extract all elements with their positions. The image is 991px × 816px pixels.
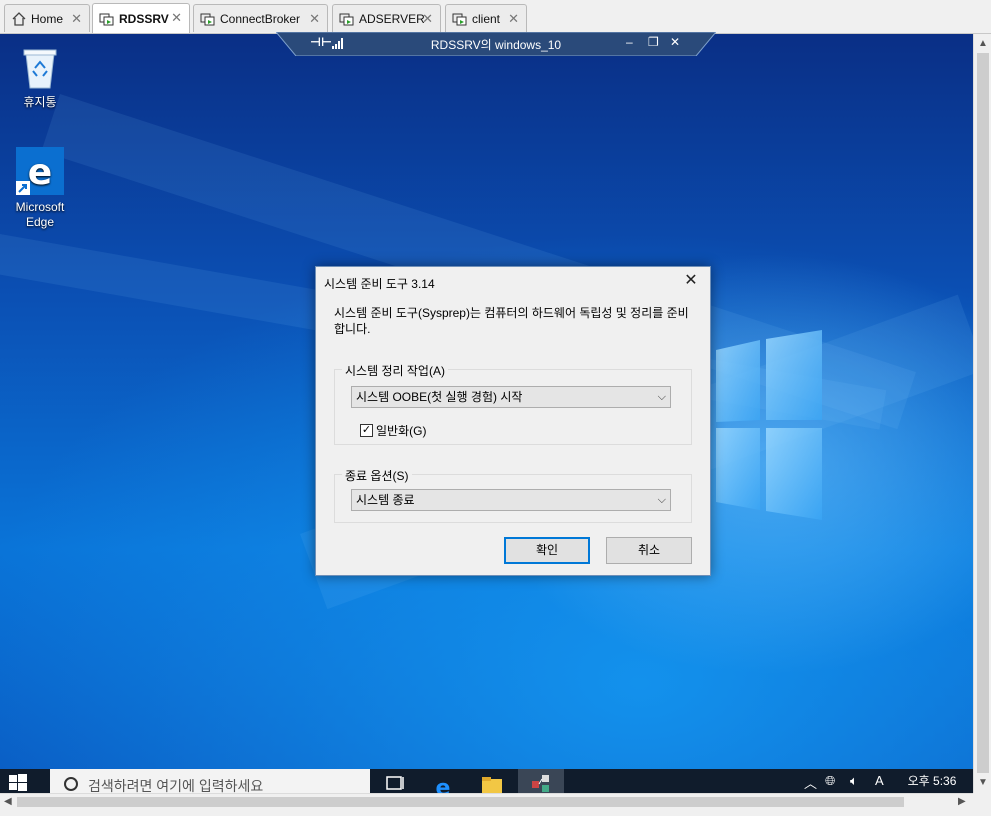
tab-label: ConnectBroker: [220, 11, 301, 26]
shutdown-options-group: 종료 옵션(S) 시스템 종료 ⌵: [334, 467, 692, 523]
tab-client[interactable]: client ✕: [445, 4, 527, 32]
shutdown-group-label: 종료 옵션(S): [342, 467, 412, 484]
tab-home[interactable]: Home ✕: [4, 4, 90, 32]
tab-rdssrv[interactable]: RDSSRV ✕: [92, 3, 190, 33]
cleanup-action-value: 시스템 OOBE(첫 실행 경험) 시작: [356, 390, 523, 404]
chevron-down-icon: ⌵: [657, 494, 666, 506]
search-placeholder: 검색하려면 여기에 입력하세요: [88, 778, 264, 793]
vm-icon: [99, 11, 115, 27]
dialog-description: 시스템 준비 도구(Sysprep)는 컴퓨터의 하드웨어 독립성 및 정리를 …: [334, 306, 689, 336]
scroll-left-arrow-icon[interactable]: ◀: [4, 796, 12, 807]
vertical-scrollbar[interactable]: ▲ ▼: [973, 34, 991, 793]
generalize-checkbox[interactable]: ✓ 일반화(G): [360, 422, 426, 439]
cancel-button[interactable]: 취소: [606, 537, 692, 564]
close-icon: ✕: [684, 272, 698, 289]
vm-icon: [339, 11, 355, 27]
taskbar-file-explorer-button[interactable]: [468, 769, 514, 793]
host-tab-bar: Home ✕ RDSSRV ✕ ConnectBroker ✕ ADSERVER…: [0, 0, 991, 34]
scrollbar-corner: [973, 793, 991, 816]
close-button[interactable]: ✕: [670, 35, 680, 49]
generalize-label: 일반화(G): [376, 424, 427, 438]
dialog-title: 시스템 준비 도구 3.14: [324, 277, 435, 291]
volume-muted-icon[interactable]: 🔈︎: [850, 773, 858, 789]
vm-icon: [200, 11, 216, 27]
sysprep-dialog: 시스템 준비 도구 3.14 ✕ 시스템 준비 도구(Sysprep)는 컴퓨터…: [315, 266, 711, 576]
tab-label: ADSERVER: [359, 11, 425, 26]
horizontal-scrollbar[interactable]: ◀ ▶: [0, 793, 973, 809]
chevron-down-icon: ⌵: [657, 391, 666, 403]
close-icon[interactable]: ✕: [309, 11, 320, 27]
close-icon[interactable]: ✕: [171, 10, 182, 26]
close-icon[interactable]: ✕: [422, 11, 433, 27]
desktop-icon-recycle-bin[interactable]: 휴지통: [5, 46, 75, 110]
tab-label: Home: [31, 11, 64, 26]
chevron-up-icon[interactable]: ︿: [804, 773, 817, 792]
cleanup-action-select[interactable]: 시스템 OOBE(첫 실행 경험) 시작 ⌵: [351, 386, 671, 408]
minimize-button[interactable]: –: [626, 35, 633, 49]
close-icon[interactable]: ✕: [71, 11, 82, 27]
ok-button[interactable]: 확인: [504, 537, 590, 564]
scroll-up-arrow-icon[interactable]: ▲: [978, 38, 988, 49]
sysprep-icon: [532, 775, 549, 792]
windows-start-icon[interactable]: [8, 773, 28, 793]
taskbar-sysprep-button[interactable]: [518, 769, 564, 793]
vertical-scroll-thumb[interactable]: [977, 53, 989, 773]
svg-text:e: e: [436, 776, 451, 793]
svg-text:e: e: [28, 152, 52, 193]
vm-icon: [452, 11, 468, 27]
restore-button[interactable]: ❐: [648, 35, 659, 49]
edge-icon: e: [16, 147, 64, 195]
remote-desktop[interactable]: 휴지통 e Microsoft Edge 시스템 준비 도구 3.14 ✕ 시스…: [0, 34, 973, 769]
search-icon: [64, 777, 78, 791]
dialog-close-button[interactable]: ✕: [680, 270, 702, 292]
scroll-right-arrow-icon[interactable]: ▶: [958, 796, 966, 807]
edge-icon: e: [436, 776, 451, 793]
tab-label: RDSSRV: [119, 11, 169, 26]
folder-icon: [482, 777, 502, 793]
desktop-icon-label: Microsoft Edge: [15, 200, 65, 229]
desktop-icon-edge[interactable]: e Microsoft Edge: [5, 147, 75, 230]
ime-indicator[interactable]: A: [875, 773, 884, 788]
home-icon: [11, 11, 27, 27]
bottom-strip: [0, 809, 973, 816]
windows-logo-wallpaper: [716, 330, 822, 520]
close-icon[interactable]: ✕: [508, 11, 519, 27]
tab-connectbroker[interactable]: ConnectBroker ✕: [193, 4, 328, 32]
taskbar: 검색하려면 여기에 입력하세요 e ︿ 🌐︎ 🔈︎ A 오후 5:36: [0, 769, 973, 793]
desktop-icon-label: 휴지통: [23, 95, 57, 109]
task-view-icon: [386, 776, 404, 790]
network-globe-icon[interactable]: 🌐︎: [825, 773, 835, 789]
recycle-bin-icon: [23, 49, 57, 89]
tab-label: client: [472, 11, 501, 26]
taskbar-search-input[interactable]: 검색하려면 여기에 입력하세요: [50, 769, 370, 793]
cleanup-action-group: 시스템 정리 작업(A) 시스템 OOBE(첫 실행 경험) 시작 ⌵ ✓ 일반…: [334, 362, 692, 445]
scroll-down-arrow-icon[interactable]: ▼: [978, 777, 988, 788]
rdp-connection-bar: ⊣⊢ RDSSRV의 windows_10 – ❐ ✕: [276, 32, 716, 56]
shutdown-value: 시스템 종료: [356, 493, 415, 507]
tab-adserver[interactable]: ADSERVER ✕: [332, 4, 441, 32]
taskbar-clock[interactable]: 오후 5:36: [896, 772, 968, 789]
shutdown-options-select[interactable]: 시스템 종료 ⌵: [351, 489, 671, 511]
checkmark-icon: ✓: [360, 424, 373, 437]
horizontal-scroll-thumb[interactable]: [17, 797, 904, 807]
task-view-button[interactable]: [372, 769, 418, 793]
taskbar-edge-button[interactable]: e: [420, 769, 466, 793]
cleanup-group-label: 시스템 정리 작업(A): [342, 362, 448, 379]
